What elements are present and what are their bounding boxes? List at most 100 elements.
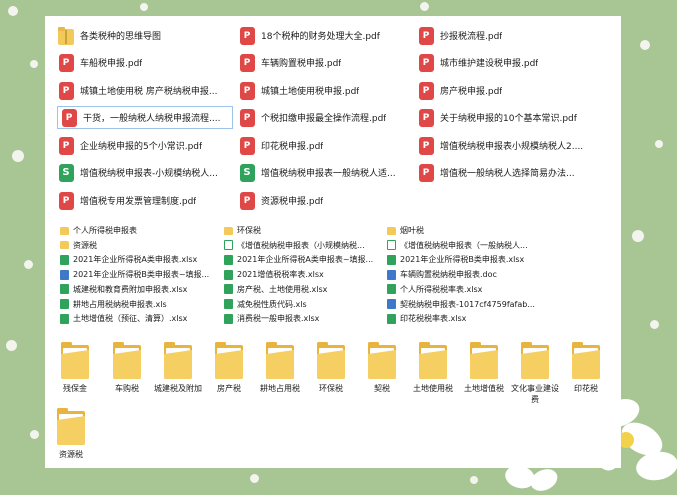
folder-item[interactable]: 契税 (356, 342, 408, 394)
zip-folder-icon (57, 26, 75, 46)
file-item[interactable]: P 企业纳税申报的5个小常识.pdf (57, 134, 233, 157)
folder-item[interactable]: 环保税 (305, 342, 357, 394)
file-item[interactable]: 各类税种的思维导图 (57, 24, 233, 47)
folder-name: 契税 (374, 384, 390, 393)
document-file-icon (60, 269, 69, 280)
folder-icon (418, 342, 448, 380)
folder-item[interactable]: 房产税 (203, 342, 255, 394)
spreadsheet-file-icon (224, 269, 233, 280)
spreadsheet-file-icon (387, 284, 396, 295)
file-item[interactable]: P 城镇土地使用税申报.pdf (238, 79, 413, 102)
spreadsheet-file-icon (224, 254, 233, 265)
file-item[interactable]: 2021年企业所得税A类申报表.xlsx (60, 253, 220, 266)
file-name: 企业纳税申报的5个小常识.pdf (80, 142, 203, 152)
spreadsheet-file-icon (224, 284, 233, 295)
file-name: 个人所得税申报表 (73, 226, 137, 235)
folder-item[interactable]: 土地增值税 (458, 342, 510, 394)
file-name: 增值税纳税申报表-小规模纳税人... (80, 169, 218, 179)
folder-icon (60, 226, 69, 235)
file-name: 城市维护建设税申报.pdf (440, 59, 539, 69)
file-item[interactable]: S 增值税纳税申报表一般纳税人适... (238, 161, 413, 184)
file-item[interactable]: P 城市维护建设税申报.pdf (417, 51, 587, 74)
file-item[interactable]: 印花税税率表.xlsx (387, 312, 537, 325)
file-name: 契税纳税申报表-1017cf4759fafab... (400, 299, 535, 309)
file-item[interactable]: S 增值税纳税申报表-小规模纳税人... (57, 161, 233, 184)
file-item[interactable]: 2021增值税税率表.xlsx (224, 268, 384, 281)
folder-icon (60, 342, 90, 380)
folder-name: 土地使用税 (413, 384, 453, 393)
file-item[interactable]: P 干货，一般纳税人纳税申报流程.... (57, 106, 233, 129)
pdf-file-icon: P (238, 191, 256, 211)
spreadsheet-file-icon (387, 240, 396, 251)
file-item[interactable]: P 增值税纳税申报表小规模纳税人2.... (417, 134, 587, 157)
file-item[interactable]: 2021年企业所得税A类申报表~填报... (224, 253, 384, 266)
file-item[interactable]: P 车船税申报.pdf (57, 51, 233, 74)
file-name: 个人所得税税率表.xlsx (400, 284, 483, 294)
file-item[interactable]: P 18个税种的财务处理大全.pdf (238, 24, 413, 47)
folder-item[interactable]: 烟叶税 (387, 224, 537, 237)
file-item[interactable]: 城建税和教育费附加申报表.xlsx (60, 283, 220, 296)
file-name: 房产税、土地使用税.xlsx (237, 284, 328, 294)
file-name: 烟叶税 (400, 226, 424, 235)
folder-icon (316, 342, 346, 380)
spreadsheet-file-icon (387, 254, 396, 265)
file-name: 车辆购置税申报.pdf (261, 59, 342, 69)
file-name: 房产税申报.pdf (440, 87, 503, 97)
folder-icon (520, 342, 550, 380)
file-item[interactable]: 个人所得税税率表.xlsx (387, 283, 537, 296)
file-item[interactable]: P 增值税专用发票管理制度.pdf (57, 189, 233, 212)
file-item[interactable]: 2021年企业所得税B类申报表.xlsx (387, 253, 537, 266)
file-name: 各类税种的思维导图 (80, 32, 162, 42)
folder-item[interactable]: 环保税 (224, 224, 384, 237)
folder-icon (367, 342, 397, 380)
folder-item[interactable]: 个人所得税申报表 (60, 224, 220, 237)
folder-icon (387, 226, 396, 235)
folder-item[interactable]: 耕地占用税 (254, 342, 306, 394)
file-item[interactable]: P 抄报税流程.pdf (417, 24, 587, 47)
folder-item[interactable]: 残保金 (49, 342, 101, 394)
file-item[interactable]: P 印花税申报.pdf (238, 134, 413, 157)
file-item[interactable]: 减免税性质代码.xls (224, 298, 384, 311)
folder-name: 残保金 (63, 384, 87, 393)
pdf-file-icon: P (417, 81, 435, 101)
file-item[interactable]: 房产税、土地使用税.xlsx (224, 283, 384, 296)
spreadsheet-file-icon (60, 254, 69, 265)
file-item[interactable]: 消费税一般申报表.xlsx (224, 312, 384, 325)
pdf-file-icon: P (57, 81, 75, 101)
file-name: 印花税申报.pdf (261, 142, 324, 152)
file-item[interactable]: P 车辆购置税申报.pdf (238, 51, 413, 74)
folder-item[interactable]: 资源税 (60, 239, 220, 252)
file-item[interactable]: 《增值税纳税申报表（小规模纳税... (224, 239, 384, 252)
file-item[interactable]: P 个税扣缴申报最全操作流程.pdf (238, 106, 413, 129)
spreadsheet-file-icon (224, 313, 233, 324)
file-name: 《增值税纳税申报表（小规模纳税... (237, 240, 365, 250)
file-item[interactable]: P 资源税申报.pdf (238, 189, 413, 212)
file-item[interactable]: 车辆购置税纳税申报表.doc (387, 268, 537, 281)
folder-item[interactable]: 车购税 (101, 342, 153, 394)
file-item[interactable]: 《增值税纳税申报表（一般纳税人... (387, 239, 537, 252)
folder-icon (214, 342, 244, 380)
file-name: 2021年企业所得税B类申报表~填报... (73, 270, 210, 280)
file-item[interactable]: 契税纳税申报表-1017cf4759fafab... (387, 298, 537, 311)
file-name: 2021增值税税率表.xlsx (237, 270, 324, 280)
folder-icon (571, 342, 601, 380)
file-item[interactable]: 2021年企业所得税B类申报表~填报... (60, 268, 220, 281)
file-item[interactable]: P 城镇土地使用税 房产税纳税申报... (57, 79, 233, 102)
folder-item[interactable]: 印花税 (560, 342, 612, 394)
folder-item[interactable]: 土地使用税 (407, 342, 459, 394)
spreadsheet-file-icon: S (238, 163, 256, 183)
file-item[interactable]: 耕地占用税纳税申报表.xls (60, 298, 220, 311)
folder-item[interactable]: 城建税及附加 (152, 342, 204, 394)
file-name: 抄报税流程.pdf (440, 32, 503, 42)
file-item[interactable]: 土地增值税（预征、清算）.xlsx (60, 312, 220, 325)
file-name: 干货，一般纳税人纳税申报流程.... (83, 114, 221, 124)
file-item[interactable]: P 增值税一般纳税人选择简易办法... (417, 161, 587, 184)
spreadsheet-file-icon (60, 313, 69, 324)
folder-name: 资源税 (59, 450, 83, 459)
file-name: 增值税专用发票管理制度.pdf (80, 197, 197, 207)
file-item[interactable]: P 关于纳税申报的10个基本常识.pdf (417, 106, 587, 129)
folder-item[interactable]: 文化事业建设费 (509, 342, 561, 405)
folder-item[interactable]: 资源税 (45, 408, 97, 460)
file-name: 《增值税纳税申报表（一般纳税人... (400, 240, 528, 250)
file-item[interactable]: P 房产税申报.pdf (417, 79, 587, 102)
